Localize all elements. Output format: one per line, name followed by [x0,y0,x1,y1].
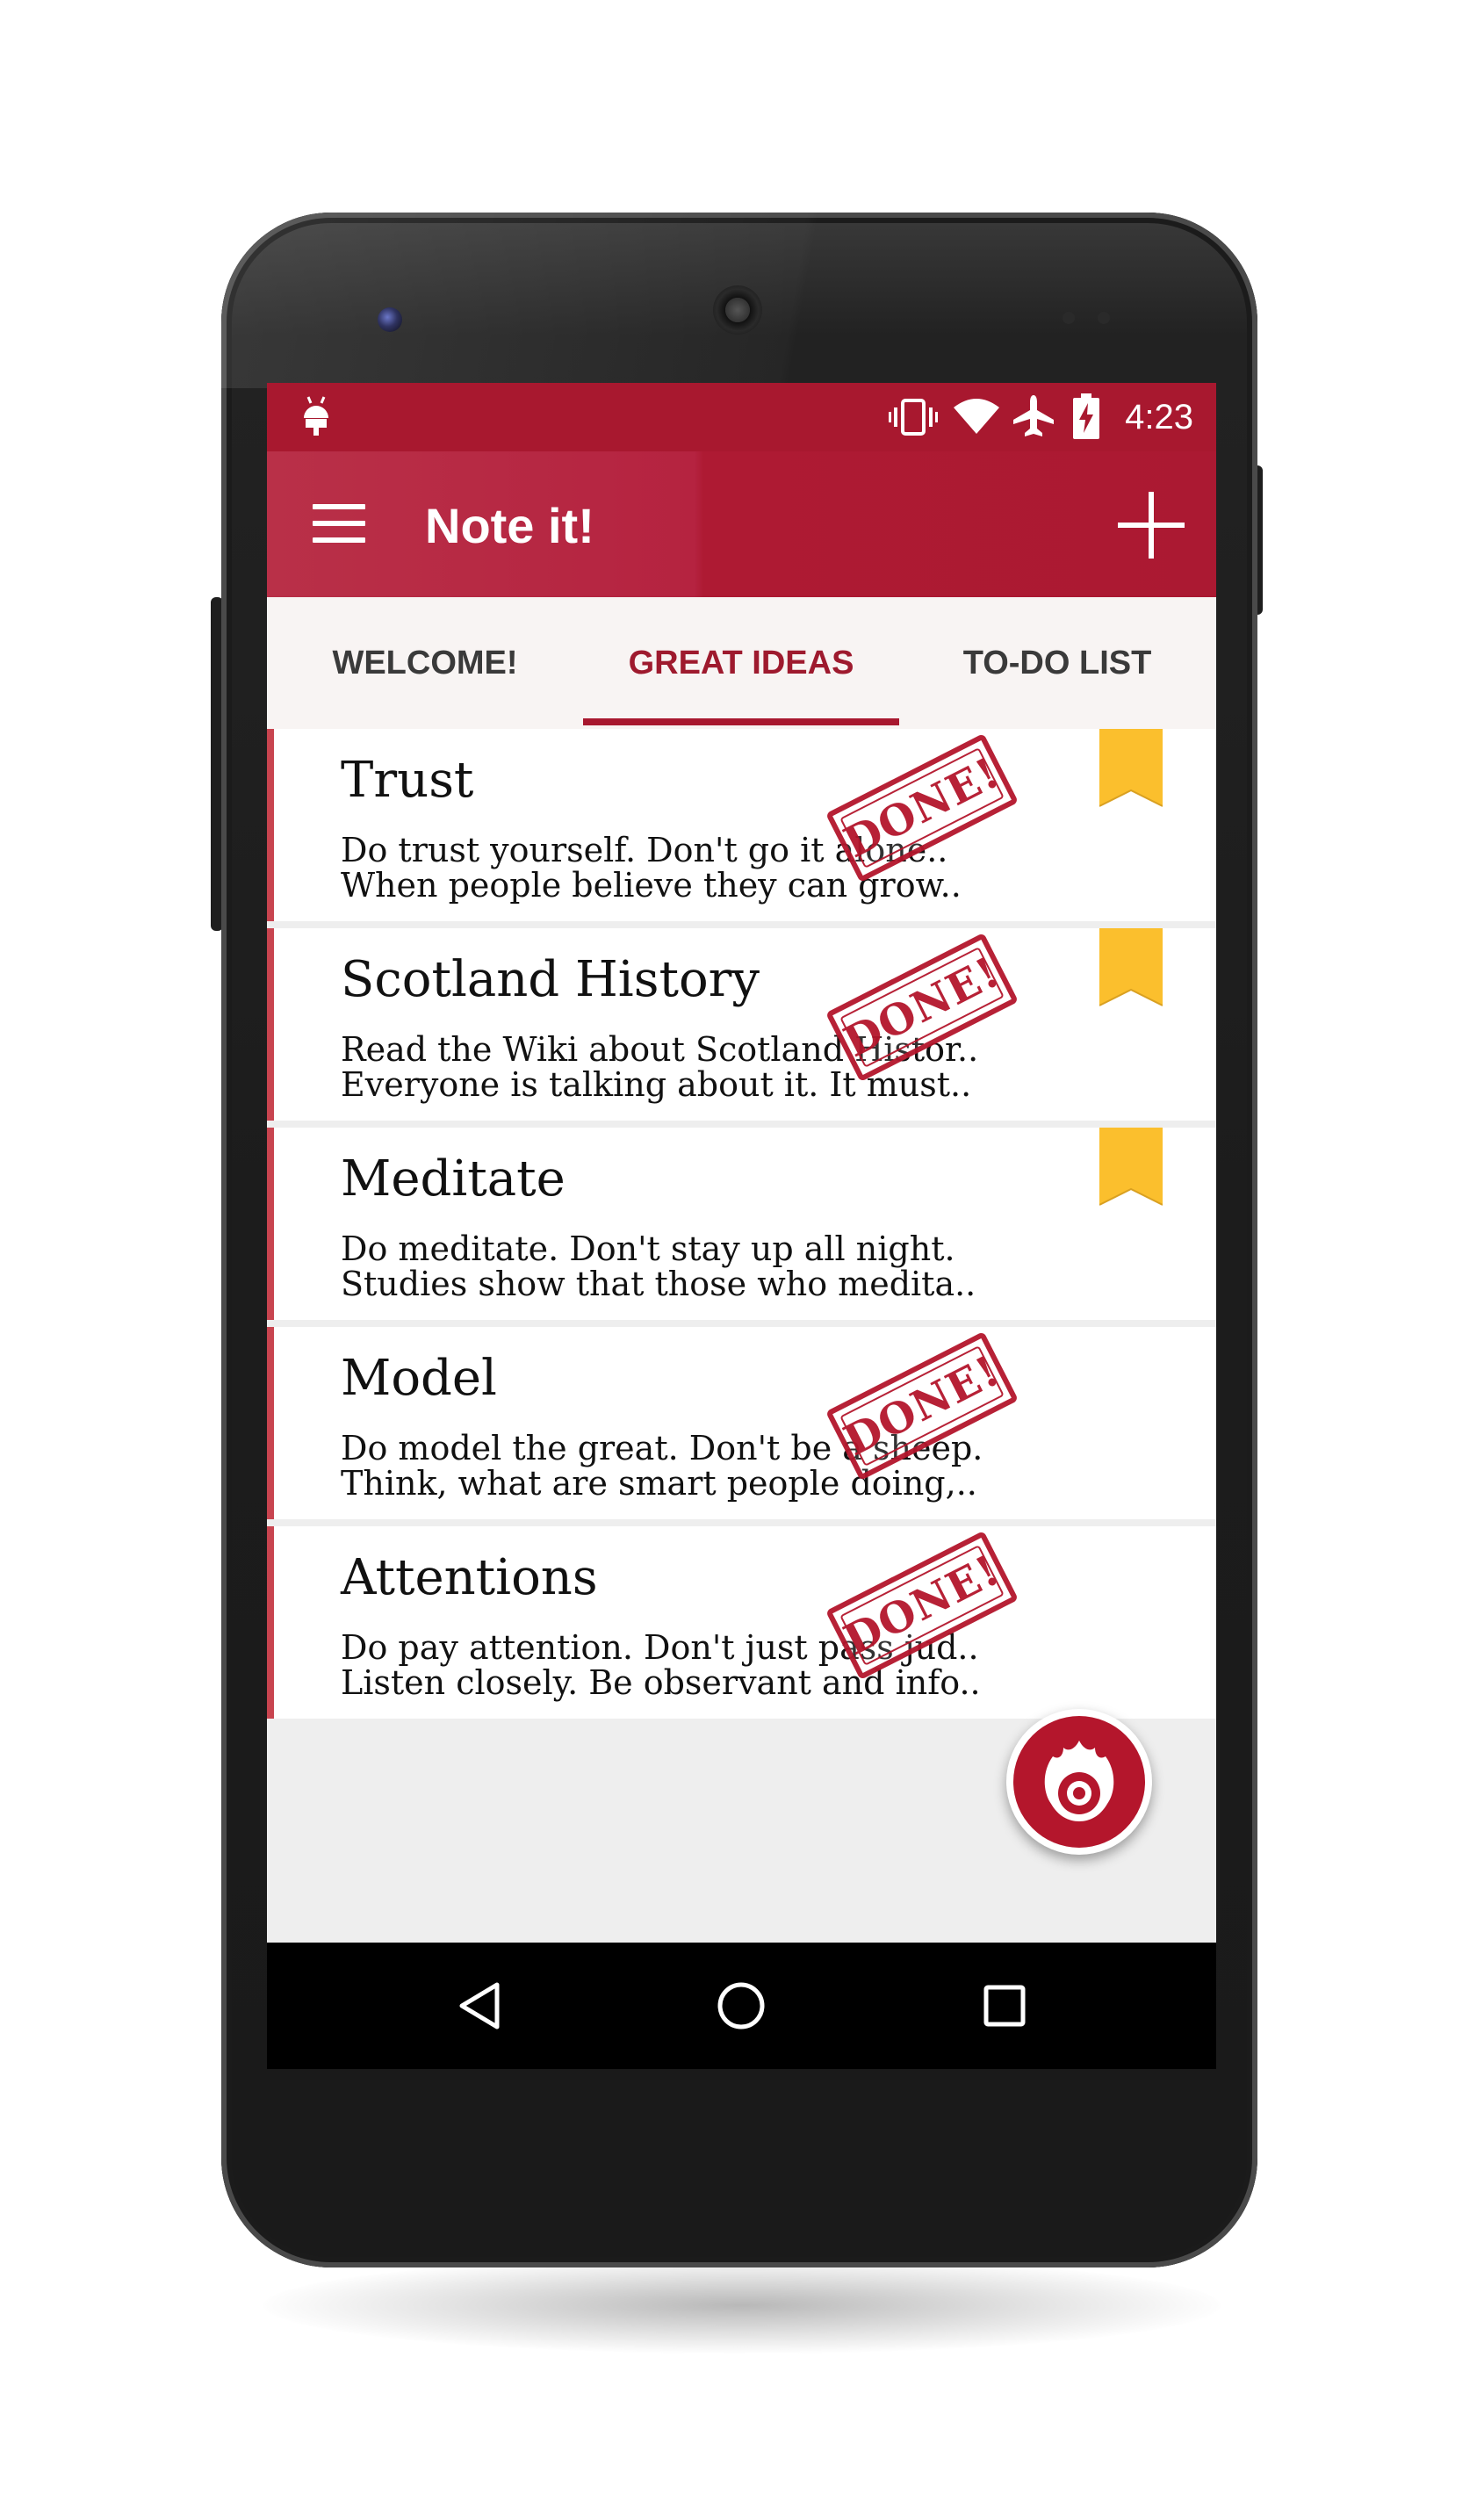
status-time: 4:23 [1125,398,1193,436]
back-triangle-icon[interactable] [448,1974,511,2037]
bookmark-icon[interactable] [1099,1128,1163,1208]
navigation-bar [267,1943,1216,2069]
battery-charging-icon [1073,393,1099,439]
note-preview-line: Do meditate. Don't stay up all night. [341,1229,955,1268]
note-card[interactable]: Trust Do trust yourself. Don't go it alo… [267,729,1216,921]
card-accent-bar [267,1327,274,1519]
plus-icon[interactable] [1118,492,1185,559]
status-bar: 4:23 [267,383,1216,451]
earpiece-speaker [713,285,762,335]
hamburger-menu-icon[interactable] [313,504,365,543]
note-preview-line: Studies show that those who medita.. [341,1265,976,1303]
card-accent-bar [267,928,274,1121]
tab-to-do-list[interactable]: TO-DO LIST [899,597,1215,729]
note-card[interactable]: Attentions Do pay attention. Don't just … [267,1526,1216,1719]
screen: 4:23 Note it! WELCOME! GREAT IDEAS TO-DO… [267,383,1216,2069]
tab-welcome[interactable]: WELCOME! [267,597,583,729]
note-card[interactable]: Meditate Do meditate. Don't stay up all … [267,1128,1216,1320]
home-circle-icon[interactable] [710,1974,773,2037]
android-notification-icon [304,396,328,436]
tab-great-ideas[interactable]: GREAT IDEAS [583,597,899,729]
note-title: Meditate [341,1150,566,1208]
recents-square-icon[interactable] [973,1974,1036,2037]
phone-shadow [263,2257,1221,2354]
note-title: Model [341,1350,497,1407]
wifi-icon [954,399,999,434]
flame-target-icon [1044,1741,1114,1821]
app-bar: Note it! [267,451,1216,597]
note-title: Scotland History [341,951,760,1008]
note-card[interactable]: Model Do model the great. Don't be a she… [267,1327,1216,1519]
front-camera [378,307,402,332]
active-tab-indicator [583,718,899,725]
proximity-sensor [1063,312,1075,324]
card-accent-bar [267,729,274,921]
tab-bar: WELCOME! GREAT IDEAS TO-DO LIST [267,597,1216,729]
floating-action-button[interactable] [1006,1709,1152,1855]
card-accent-bar [267,1128,274,1320]
card-accent-bar [267,1526,274,1719]
note-preview-line: Listen closely. Be observant and info.. [341,1663,981,1702]
note-card[interactable]: Scotland History Read the Wiki about Sco… [267,928,1216,1121]
bookmark-icon[interactable] [1099,729,1163,810]
bookmark-icon[interactable] [1099,928,1163,1009]
light-sensor [1098,312,1110,324]
airplane-icon [1013,395,1054,436]
note-title: Trust [341,752,474,809]
note-title: Attentions [341,1549,598,1606]
vibrate-icon [889,399,938,436]
app-title: Note it! [425,498,594,553]
notes-list: Trust Do trust yourself. Don't go it alo… [267,729,1216,1726]
